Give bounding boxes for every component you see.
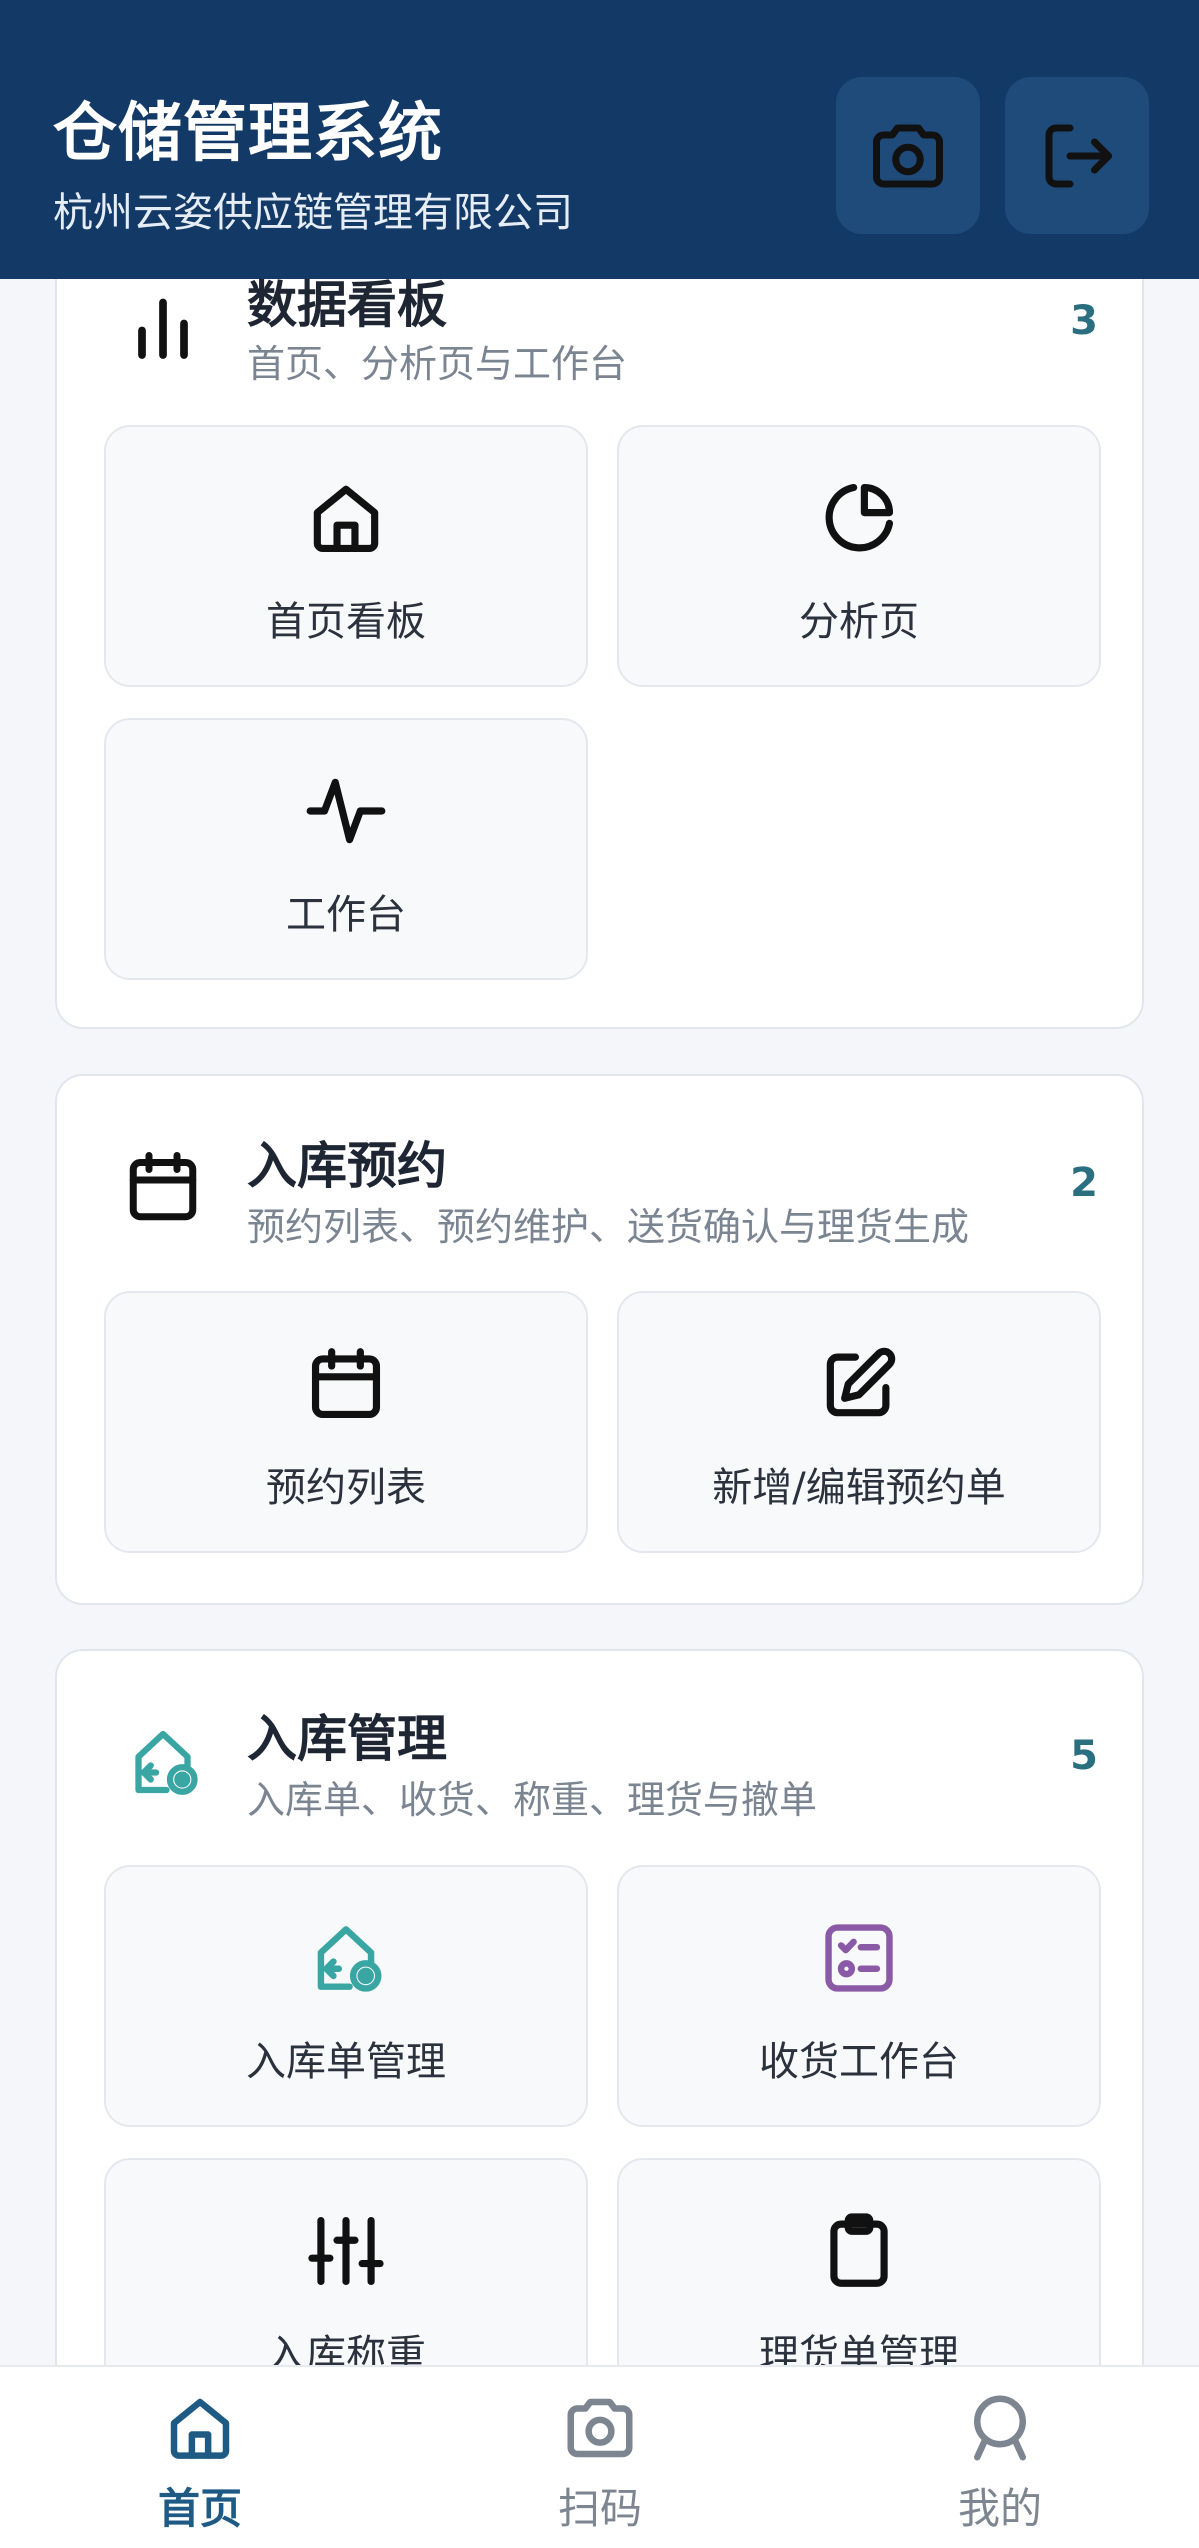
nav-home[interactable]: 首页 <box>50 2389 350 2536</box>
tile-label: 工作台 <box>286 892 406 938</box>
app-title: 仓储管理系统 <box>53 97 443 171</box>
logout-icon <box>1045 124 1112 187</box>
nav-label: 首页 <box>157 2484 242 2533</box>
section-title: 入库预约 <box>247 1137 447 1195</box>
section-count: 5 <box>1070 1733 1098 1779</box>
tile-label: 入库称重 <box>266 2332 426 2365</box>
tile-home-dashboard[interactable]: 首页看板 <box>104 425 588 687</box>
tile-receiving-workbench[interactable]: 收货工作台 <box>617 1865 1101 2127</box>
nav-label: 我的 <box>957 2484 1042 2533</box>
tile-label: 理货单管理 <box>759 2332 959 2365</box>
camera-icon <box>567 2398 633 2458</box>
section-title: 入库管理 <box>247 1710 447 1768</box>
edit-icon <box>826 1347 896 1417</box>
section-subtitle: 首页、分析页与工作台 <box>247 342 628 386</box>
tile-label: 首页看板 <box>266 599 426 645</box>
company-name: 杭州云姿供应链管理有限公司 <box>53 190 573 236</box>
tile-tally-orders[interactable]: 理货单管理 <box>617 2158 1101 2365</box>
section-inbound-appointment: 入库预约 预约列表、预约维护、送货确认与理货生成 2 预约列表 新增/编辑预约单 <box>55 1074 1144 1605</box>
tile-workbench[interactable]: 工作台 <box>104 718 588 980</box>
bottom-nav: 首页 扫码 我的 <box>0 2365 1199 2548</box>
bar-chart-icon <box>115 279 211 375</box>
tile-label: 收货工作台 <box>759 2039 959 2085</box>
tile-inbound-weighing[interactable]: 入库称重 <box>104 2158 588 2365</box>
checklist-icon <box>825 1924 893 1992</box>
home-icon <box>313 485 379 553</box>
section-inbound-management: 入库管理 入库单、收货、称重、理货与撤单 5 入库单管理 收货工作台 入库称重 … <box>55 1649 1144 2365</box>
clipboard-icon <box>830 2213 888 2287</box>
tile-appointment-list[interactable]: 预约列表 <box>104 1291 588 1553</box>
warehouse-in-icon <box>317 1926 382 1992</box>
module-list[interactable]: 数据看板 首页、分析页与工作台 3 首页看板 分析页 工作台 入库预约 预约列表… <box>0 279 1199 2365</box>
tile-label: 入库单管理 <box>246 2039 446 2085</box>
tile-label: 新增/编辑预约单 <box>712 1465 1006 1511</box>
calendar-icon <box>311 1348 381 1419</box>
pie-chart-icon <box>825 483 894 552</box>
tile-analysis[interactable]: 分析页 <box>617 425 1101 687</box>
section-subtitle: 入库单、收货、称重、理货与撤单 <box>247 1778 818 1822</box>
section-count: 3 <box>1070 298 1098 344</box>
calendar-icon <box>115 1139 211 1235</box>
nav-mine[interactable]: 我的 <box>850 2389 1150 2536</box>
section-dashboard: 数据看板 首页、分析页与工作台 3 首页看板 分析页 工作台 <box>55 279 1144 1029</box>
activity-icon <box>306 778 386 844</box>
tile-label: 预约列表 <box>266 1465 426 1511</box>
tile-inbound-orders[interactable]: 入库单管理 <box>104 1865 588 2127</box>
nav-scan[interactable]: 扫码 <box>450 2389 750 2536</box>
logout-button[interactable] <box>1005 77 1149 234</box>
tile-edit-appointment[interactable]: 新增/编辑预约单 <box>617 1291 1101 1553</box>
scan-button[interactable] <box>836 77 980 234</box>
tile-label: 分析页 <box>799 599 919 645</box>
sliders-icon <box>308 2216 384 2286</box>
warehouse-in-icon <box>115 1714 211 1810</box>
section-subtitle: 预约列表、预约维护、送货确认与理货生成 <box>247 1205 970 1249</box>
user-icon <box>974 2395 1026 2461</box>
home-icon <box>170 2398 230 2459</box>
nav-label: 扫码 <box>557 2484 642 2533</box>
app-header: 仓储管理系统 杭州云姿供应链管理有限公司 <box>0 0 1199 279</box>
camera-icon <box>873 124 943 187</box>
section-title: 数据看板 <box>247 279 447 334</box>
section-count: 2 <box>1070 1160 1098 1206</box>
